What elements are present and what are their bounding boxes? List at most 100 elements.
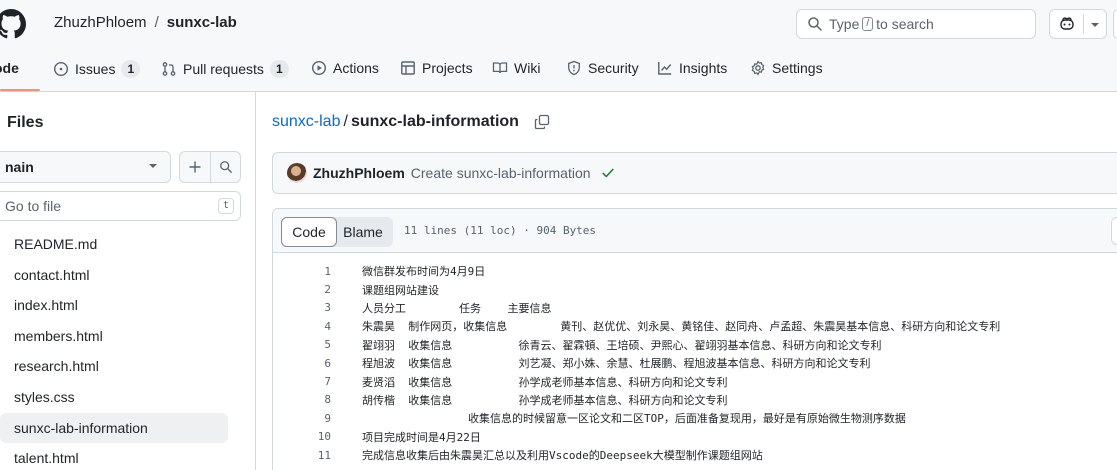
- raw-button[interactable]: [1111, 217, 1117, 245]
- breadcrumb-separator: /: [343, 113, 348, 130]
- file-name: README.md: [14, 236, 98, 252]
- breadcrumb-repo-link[interactable]: sunxc-lab: [272, 113, 340, 131]
- latest-commit-bar: ZhuzhPhloem Create sunxc-lab-information: [272, 152, 1117, 194]
- tab-label: ode: [0, 60, 19, 76]
- tab-label: Issues: [75, 61, 116, 77]
- line-number[interactable]: 10: [273, 430, 331, 443]
- search-shortcut-key: /: [862, 17, 874, 31]
- line-content: 人员分工 任务 主要信息: [362, 301, 552, 315]
- search-icon: [808, 17, 822, 31]
- line-content: 胡传楷 收集信息 孙学成老师基本信息、科研方向和论文专利: [362, 393, 728, 407]
- tab-projects[interactable]: Projects: [400, 60, 473, 76]
- repo-owner-link[interactable]: ZhuzhPhloem: [54, 14, 147, 31]
- chevron-down-icon[interactable]: [1090, 20, 1100, 30]
- line-number[interactable]: 7: [273, 375, 331, 388]
- file-name: contact.html: [14, 266, 90, 283]
- tab-code[interactable]: ode: [0, 60, 19, 76]
- file-name: sunxc-lab-information: [14, 419, 148, 436]
- tab-issues[interactable]: Issues 1: [53, 60, 141, 78]
- line-number[interactable]: 9: [273, 412, 331, 425]
- file-name: talent.html: [14, 450, 79, 467]
- search-suffix-text: to search: [876, 16, 934, 32]
- branch-name: nain: [5, 159, 34, 175]
- file-item-talent[interactable]: talent.html: [0, 443, 240, 470]
- blame-view-button[interactable]: Blame: [333, 217, 393, 247]
- file-name: index.html: [14, 297, 78, 314]
- tab-label: Actions: [333, 60, 379, 76]
- file-name: research.html: [14, 358, 99, 375]
- line-number[interactable]: 6: [273, 357, 331, 370]
- gear-icon: [751, 60, 765, 76]
- file-actions-group: [179, 151, 241, 183]
- line-number[interactable]: 1: [273, 265, 331, 278]
- code-view-button[interactable]: Code: [281, 217, 337, 247]
- line-number[interactable]: 11: [273, 449, 331, 462]
- play-icon: [311, 60, 327, 76]
- code-line: 8 胡传楷 收集信息 孙学成老师基本信息、科研方向和论文专利: [273, 391, 1117, 409]
- active-tab-indicator: [0, 89, 40, 91]
- check-icon[interactable]: [601, 166, 615, 180]
- tab-label: Projects: [422, 60, 473, 76]
- repo-name-link[interactable]: sunxc-lab: [167, 14, 237, 31]
- file-list: README.md contact.html index.html member…: [0, 229, 240, 470]
- file-item-sunxc-lab-information[interactable]: sunxc-lab-information: [0, 412, 228, 443]
- copy-icon[interactable]: [534, 114, 550, 130]
- file-item-research[interactable]: research.html: [0, 351, 240, 381]
- github-logo-icon[interactable]: [0, 9, 26, 39]
- add-file-button[interactable]: [180, 152, 210, 182]
- file-item-index[interactable]: index.html: [0, 290, 240, 320]
- line-content: 收集信息的时候留意一区论文和二区TOP，后面准备复现用，最好是有原始微生物测序数…: [362, 412, 906, 426]
- tab-wiki[interactable]: Wiki: [492, 60, 540, 76]
- tab-security[interactable]: Security: [566, 60, 639, 76]
- repo-tabs: ode Issues 1 Pull requests 1 Actions Pro…: [0, 48, 1117, 92]
- commit-message[interactable]: Create sunxc-lab-information: [411, 165, 591, 181]
- files-title: Files: [7, 114, 44, 131]
- tab-label: Security: [588, 60, 639, 76]
- line-number[interactable]: 4: [273, 320, 331, 333]
- tab-actions[interactable]: Actions: [311, 60, 379, 76]
- code-line: 11 完成信息收集后由朱震昊汇总以及利用Vscode的Deepseek大模型制作课…: [273, 446, 1117, 464]
- repo-path: ZhuzhPhloem / sunxc-lab: [54, 14, 237, 31]
- header-menu-button[interactable]: [1113, 9, 1117, 39]
- shield-icon: [568, 60, 580, 76]
- code-line: 7 麦贤滔 收集信息 孙学成老师基本信息、科研方向和论文专利: [273, 372, 1117, 390]
- line-number[interactable]: 5: [273, 338, 331, 351]
- pull-request-icon: [162, 62, 176, 76]
- file-item-readme[interactable]: README.md: [0, 229, 240, 259]
- commit-author[interactable]: ZhuzhPhloem: [313, 165, 405, 181]
- line-content: 麦贤滔 收集信息 孙学成老师基本信息、科研方向和论文专利: [362, 375, 728, 389]
- tab-label: Settings: [772, 60, 823, 76]
- go-to-file-input[interactable]: Go to file t: [0, 191, 241, 221]
- branch-select[interactable]: nain: [0, 151, 171, 183]
- copilot-button[interactable]: [1049, 9, 1107, 39]
- tab-settings[interactable]: Settings: [750, 60, 823, 76]
- code-lines: 1 微信群发布时间为4月9日 2 课题组网站建设 3 人员分工 任务 主要信息 4 朱震…: [273, 262, 1117, 464]
- line-number[interactable]: 3: [273, 301, 331, 314]
- book-icon: [492, 62, 508, 74]
- line-content: 微信群发布时间为4月9日: [362, 265, 486, 279]
- go-to-file-placeholder: Go to file: [5, 198, 62, 214]
- code-line: 6 程旭波 收集信息 刘艺凝、郑小姝、余慧、杜展鹏、程旭波基本信息、科研方向和论文…: [273, 354, 1117, 372]
- line-number[interactable]: 8: [273, 393, 331, 406]
- file-item-contact[interactable]: contact.html: [0, 260, 240, 290]
- code-toolbar: Code Blame 11 lines (11 loc) · 904 Bytes: [273, 209, 1117, 253]
- file-item-members[interactable]: members.html: [0, 321, 240, 351]
- code-line: 1 微信群发布时间为4月9日: [273, 262, 1117, 280]
- tab-insights[interactable]: Insights: [657, 60, 727, 76]
- issue-icon: [53, 61, 69, 77]
- app-header: ZhuzhPhloem / sunxc-lab Type / to search: [0, 0, 1117, 48]
- file-item-styles[interactable]: styles.css: [0, 382, 240, 412]
- line-content: 课题组网站建设: [362, 283, 439, 297]
- avatar[interactable]: [287, 163, 307, 183]
- copilot-icon: [1060, 17, 1074, 30]
- line-content: 朱震昊 制作网页，收集信息 黄刊、赵优优、刘永昊、黄铭佳、赵同舟、卢孟超、朱震昊…: [362, 320, 1001, 334]
- tab-pull-requests[interactable]: Pull requests 1: [161, 60, 289, 78]
- plus-icon: [189, 161, 201, 173]
- search-input[interactable]: Type / to search: [796, 9, 1036, 39]
- tab-label: Insights: [679, 60, 728, 76]
- line-number[interactable]: 2: [273, 283, 331, 296]
- go-to-file-shortcut: t: [217, 198, 234, 214]
- code-line: 9 收集信息的时候留意一区论文和二区TOP，后面准备复现用，最好是有原始微生物测…: [273, 409, 1117, 427]
- search-files-button[interactable]: [211, 152, 241, 182]
- line-content: 程旭波 收集信息 刘艺凝、郑小姝、余慧、杜展鹏、程旭波基本信息、科研方向和论文专…: [362, 357, 871, 371]
